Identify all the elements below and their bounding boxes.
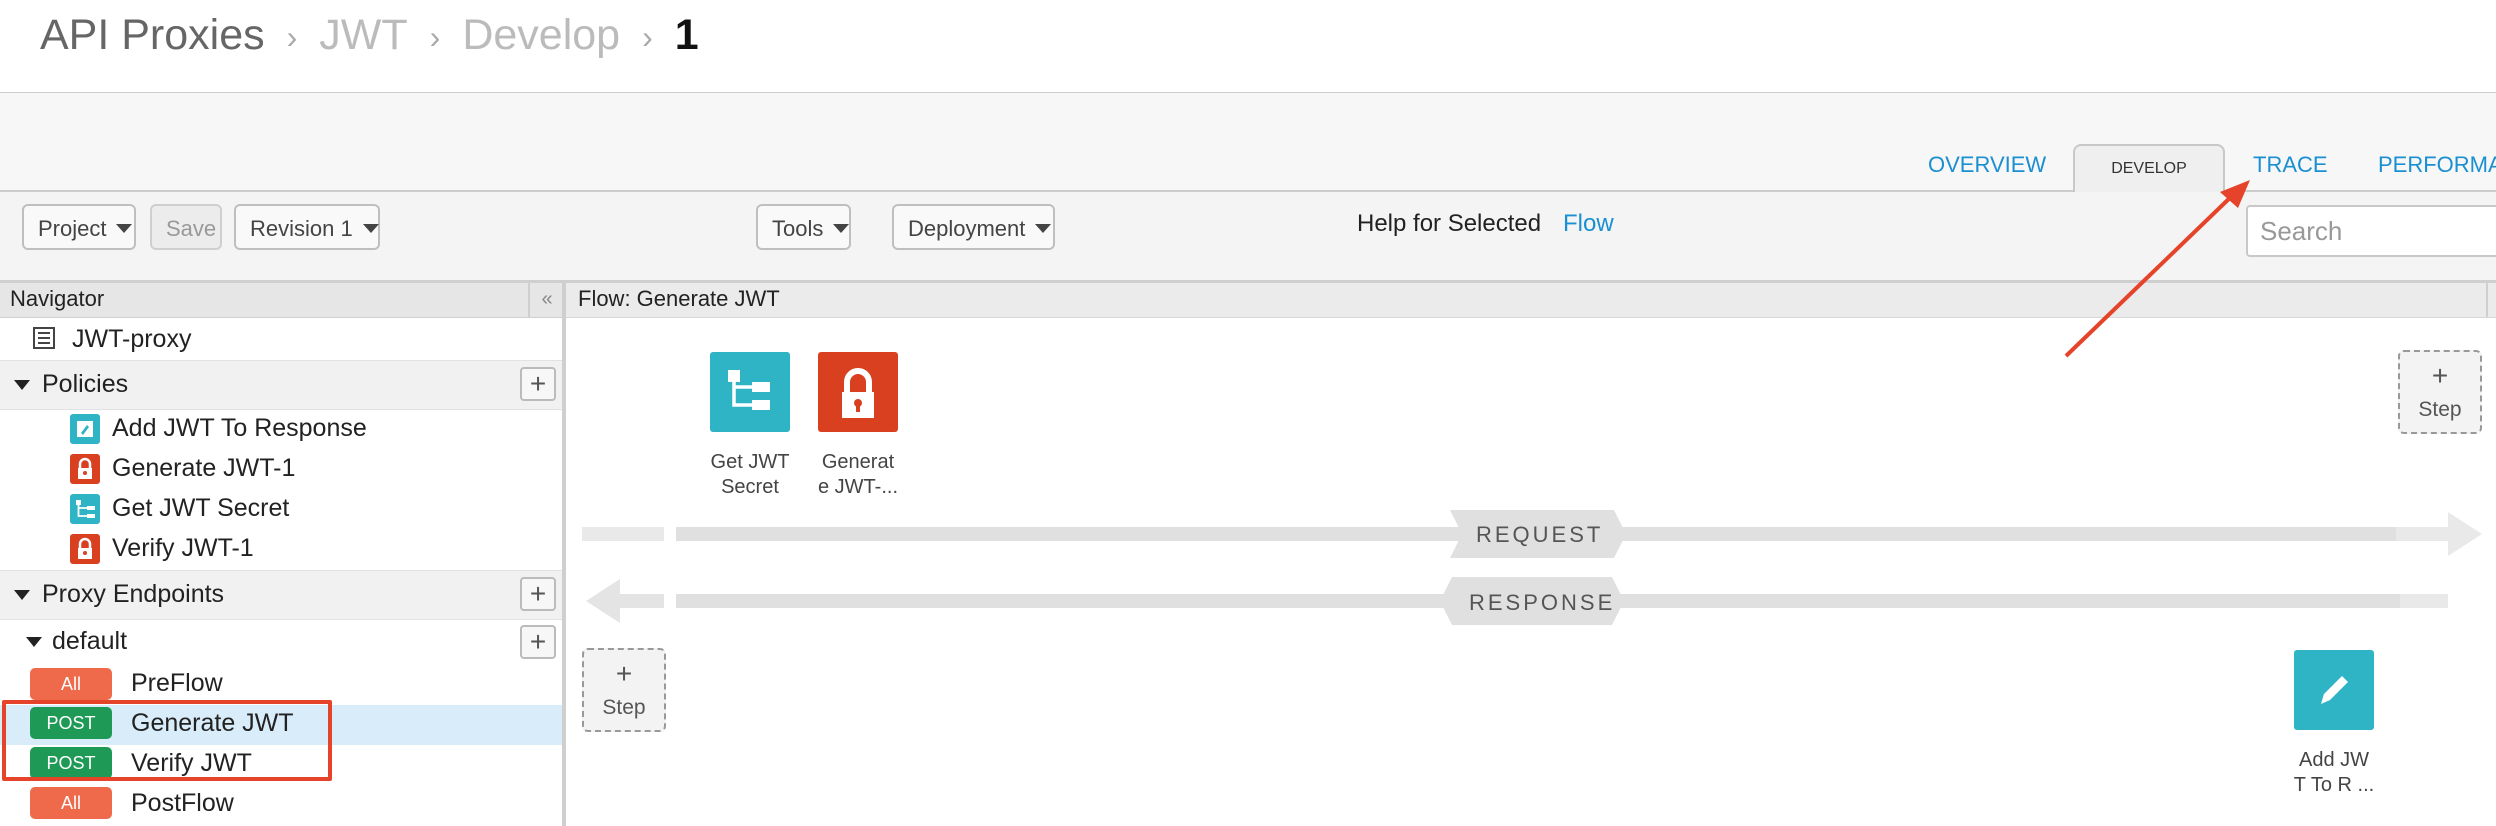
policies-heading: Policies [42,370,129,398]
help-for-selected-label: Help for Selected [1357,210,1542,237]
step-label-line: T To R ... [2293,774,2375,796]
arrow-left-icon [586,579,620,623]
method-badge: All [30,787,112,819]
save-button[interactable]: Save [150,204,222,250]
tools-dropdown[interactable]: Tools [756,204,851,250]
annotation-arrow-line [2064,190,2238,358]
revision-dropdown[interactable]: Revision 1 [234,204,380,250]
proxy-endpoints-heading: Proxy Endpoints [42,580,225,608]
annotation-arrow [2064,180,2250,358]
plus-icon: + [615,658,633,689]
step-label: Get JWT Secret [694,450,806,500]
breadcrumb-separator: › [642,18,653,55]
response-label: RESPONSE [1469,590,1616,615]
step-label: Add JW T To R ... [2278,748,2390,798]
project-label: Project [38,216,107,241]
arrow-right-icon [2448,512,2482,556]
search-input[interactable] [2246,205,2496,257]
flow-header-divider [2486,283,2488,317]
step-button-label: Step [2418,398,2462,421]
endpoint-default[interactable]: default [52,627,127,656]
flow-title: Flow: Generate JWT [578,286,780,311]
flow-tree-icon [70,494,100,524]
tab-performance[interactable]: PERFORMA [2378,140,2496,190]
lock-icon [70,534,100,564]
breadcrumb-revision: 1 [674,10,699,59]
triangle-down-icon [14,380,30,390]
triangle-down-icon [14,590,30,600]
policy-item[interactable]: Verify JWT-1 [112,534,254,563]
step-label: Generat e JWT-... [802,450,914,500]
tab-trace[interactable]: TRACE [2253,140,2328,190]
step-label-line: e JWT-... [818,476,898,498]
chevron-down-icon [362,224,379,233]
revision-label: Revision 1 [250,216,353,241]
deployment-dropdown[interactable]: Deployment [892,204,1055,250]
add-flow-button[interactable]: + [520,625,556,659]
add-policy-button[interactable]: + [520,367,556,401]
request-lane-segment [2396,527,2448,541]
tab-overview[interactable]: OVERVIEW [1928,140,2046,190]
breadcrumb: API Proxies › JWT › Develop › 1 [40,4,699,66]
plus-icon: + [2431,360,2449,391]
flow-item-postflow[interactable]: PostFlow [131,789,234,818]
deployment-label: Deployment [908,216,1026,241]
method-badge: All [30,668,112,700]
flow-tree-icon[interactable] [710,352,790,432]
response-lane-segment [2400,594,2448,608]
breadcrumb-separator: › [286,18,298,55]
breadcrumb-develop[interactable]: Develop [462,11,620,60]
chevron-down-icon [1035,224,1052,233]
flow-item-preflow[interactable]: PreFlow [131,669,223,698]
add-response-step-button[interactable]: + Step [582,648,666,732]
lock-icon [70,454,100,484]
response-lane-segment [620,594,664,608]
navigator-title: Navigator [10,286,105,311]
policy-item[interactable]: Get JWT Secret [112,494,289,523]
edit-icon[interactable] [2294,650,2374,730]
edit-icon [70,414,100,444]
annotation-highlight-box [2,700,332,781]
step-label-line: Generat [821,451,895,473]
step-label-line: Secret [721,476,779,498]
project-dropdown[interactable]: Project [22,204,136,250]
step-label-line: Get JWT [710,451,790,473]
breadcrumb-api-proxies[interactable]: API Proxies [40,11,265,60]
chevron-down-icon [833,224,850,233]
document-list-icon [32,326,56,355]
add-proxy-endpoint-button[interactable]: + [520,577,556,611]
step-label-line: Add JW [2298,749,2370,771]
chevron-down-icon [116,224,133,233]
flow-lanes [582,510,2482,625]
request-lane-segment [582,527,664,541]
policy-item[interactable]: Generate JWT-1 [112,454,295,483]
policy-item[interactable]: Add JWT To Response [112,414,367,443]
breadcrumb-separator: › [429,18,441,55]
help-flow-link[interactable]: Flow [1563,210,1614,238]
triangle-down-icon [26,637,42,647]
request-label: REQUEST [1476,522,1604,547]
breadcrumb-jwt[interactable]: JWT [319,11,407,60]
tools-label: Tools [772,216,824,241]
add-request-step-button[interactable]: + Step [2398,350,2482,434]
lock-icon[interactable] [818,352,898,432]
proxy-name[interactable]: JWT-proxy [72,325,191,354]
step-button-label: Step [602,696,646,719]
collapse-navigator-button[interactable]: « [528,283,564,317]
